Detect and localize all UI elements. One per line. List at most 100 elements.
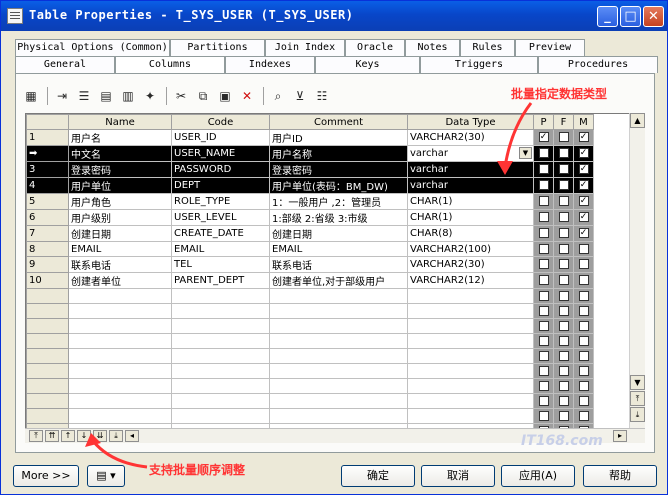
foreign-checkbox[interactable] — [558, 148, 569, 158]
mandatory-checkbox[interactable]: ✓ — [578, 196, 589, 206]
foreign-checkbox[interactable] — [558, 380, 569, 391]
row-header[interactable]: 6 — [26, 209, 69, 226]
primary-checkbox[interactable] — [538, 243, 549, 254]
checkbox-cell-foreign[interactable] — [553, 363, 574, 379]
empty-cell[interactable] — [68, 363, 172, 379]
tab-keys[interactable]: Keys — [315, 56, 420, 73]
properties-icon[interactable]: ▦ — [21, 86, 41, 106]
cell-name[interactable]: 创建者单位 — [68, 272, 172, 289]
empty-row[interactable] — [26, 318, 594, 334]
cell-data-type[interactable]: CHAR(1) — [407, 209, 534, 226]
foreign-checkbox[interactable] — [558, 395, 569, 406]
empty-cell[interactable] — [68, 348, 172, 364]
empty-row[interactable] — [26, 333, 594, 349]
empty-cell[interactable] — [26, 303, 69, 319]
checkbox-cell-mandatory[interactable]: ✓ — [573, 225, 594, 242]
checkbox-cell-mandatory[interactable] — [573, 348, 594, 364]
cell-code[interactable]: USER_NAME — [171, 145, 270, 162]
mandatory-checkbox[interactable] — [578, 380, 589, 391]
empty-cell[interactable] — [407, 318, 534, 334]
empty-cell[interactable] — [269, 288, 408, 304]
empty-row[interactable] — [26, 408, 594, 424]
checkbox-cell-mandatory[interactable] — [573, 408, 594, 424]
data-type-input[interactable]: varchar — [410, 148, 448, 159]
tab-notes[interactable]: Notes — [405, 39, 460, 56]
empty-row[interactable] — [26, 363, 594, 379]
checkbox-cell-mandatory[interactable]: ✓ — [573, 177, 594, 194]
primary-checkbox[interactable] — [538, 410, 549, 421]
empty-cell[interactable] — [171, 393, 270, 409]
cell-code[interactable]: CREATE_DATE — [171, 225, 270, 242]
empty-cell[interactable] — [269, 363, 408, 379]
table-row[interactable]: 8 EMAIL EMAIL EMAIL VARCHAR2(100) — [26, 241, 594, 257]
cell-name[interactable]: 用户名 — [68, 129, 172, 146]
mandatory-checkbox[interactable] — [578, 290, 589, 301]
cell-data-type[interactable]: VARCHAR2(12) — [407, 272, 534, 289]
checkbox-cell-mandatory[interactable] — [573, 256, 594, 273]
foreign-checkbox[interactable] — [558, 290, 569, 301]
add-row-icon[interactable]: ☰ — [74, 86, 94, 106]
empty-cell[interactable] — [407, 393, 534, 409]
mandatory-checkbox[interactable] — [578, 320, 589, 331]
cell-comment[interactable]: 1：一般用户 ,2：管理员 — [269, 193, 408, 210]
foreign-checkbox[interactable] — [558, 335, 569, 346]
table-row[interactable]: 4 用户单位 DEPT 用户单位(表码：BM_DW) varchar ✓ — [26, 177, 594, 194]
mandatory-checkbox[interactable]: ✓ — [578, 180, 589, 190]
checkbox-cell-mandatory[interactable] — [573, 363, 594, 379]
cell-name[interactable]: EMAIL — [68, 241, 172, 257]
mandatory-checkbox[interactable] — [578, 243, 589, 254]
foreign-checkbox[interactable] — [558, 305, 569, 316]
empty-row[interactable] — [26, 348, 594, 364]
cell-name[interactable]: 联系电话 — [68, 256, 172, 273]
cut-icon[interactable]: ✂ — [171, 86, 191, 106]
empty-cell[interactable] — [407, 288, 534, 304]
primary-checkbox[interactable] — [538, 320, 549, 331]
empty-cell[interactable] — [171, 288, 270, 304]
table-row[interactable]: 5 用户角色 ROLE_TYPE 1：一般用户 ,2：管理员 CHAR(1) ✓ — [26, 193, 594, 210]
empty-cell[interactable] — [68, 378, 172, 394]
mandatory-checkbox[interactable]: ✓ — [578, 164, 589, 174]
foreign-checkbox[interactable] — [558, 275, 569, 285]
scroll-bottom-button[interactable]: ⤓ — [630, 407, 645, 422]
tab-join-index[interactable]: Join Index — [265, 39, 345, 56]
mandatory-checkbox[interactable] — [578, 395, 589, 406]
primary-checkbox[interactable] — [538, 305, 549, 316]
tab-oracle[interactable]: Oracle — [345, 39, 405, 56]
cell-comment[interactable]: 用户名称 — [269, 145, 408, 162]
checkbox-cell-foreign[interactable] — [553, 408, 574, 424]
checkbox-cell-mandatory[interactable] — [573, 318, 594, 334]
move-top-icon[interactable]: ⤒ — [29, 430, 43, 442]
tab-partitions[interactable]: Partitions — [170, 39, 265, 56]
checkbox-cell-mandatory[interactable]: ✓ — [573, 193, 594, 210]
mandatory-checkbox[interactable] — [578, 305, 589, 316]
empty-cell[interactable] — [68, 303, 172, 319]
filter-icon[interactable]: ⊻ — [290, 86, 310, 106]
empty-cell[interactable] — [171, 363, 270, 379]
tab-rules[interactable]: Rules — [460, 39, 515, 56]
checkbox-cell-primary[interactable] — [533, 193, 554, 210]
title-bar[interactable]: Table Properties - T_SYS_USER (T_SYS_USE… — [1, 1, 667, 31]
checkbox-cell-primary[interactable] — [533, 256, 554, 273]
insert-row-icon[interactable]: ⇥ — [52, 86, 72, 106]
tab-procedures[interactable]: Procedures — [538, 56, 658, 73]
foreign-checkbox[interactable] — [558, 365, 569, 376]
primary-checkbox[interactable] — [538, 196, 549, 206]
foreign-checkbox[interactable] — [558, 410, 569, 421]
header-code[interactable]: Code — [171, 114, 270, 130]
checkbox-cell-foreign[interactable] — [553, 225, 574, 242]
empty-cell[interactable] — [407, 378, 534, 394]
new-icon[interactable]: ✦ — [140, 86, 160, 106]
empty-cell[interactable] — [26, 333, 69, 349]
row-header[interactable]: 7 — [26, 225, 69, 242]
foreign-checkbox[interactable] — [558, 320, 569, 331]
cell-code[interactable]: TEL — [171, 256, 270, 273]
cancel-button[interactable]: 取消 — [421, 465, 495, 487]
row-header[interactable]: 5 — [26, 193, 69, 210]
empty-cell[interactable] — [68, 408, 172, 424]
cell-comment[interactable]: 用户单位(表码：BM_DW) — [269, 177, 408, 194]
empty-cell[interactable] — [26, 363, 69, 379]
move-up-icon[interactable]: ↑ — [61, 430, 75, 442]
foreign-checkbox[interactable] — [558, 259, 569, 269]
header-mandatory[interactable]: M — [573, 114, 594, 130]
foreign-checkbox[interactable] — [558, 196, 569, 206]
